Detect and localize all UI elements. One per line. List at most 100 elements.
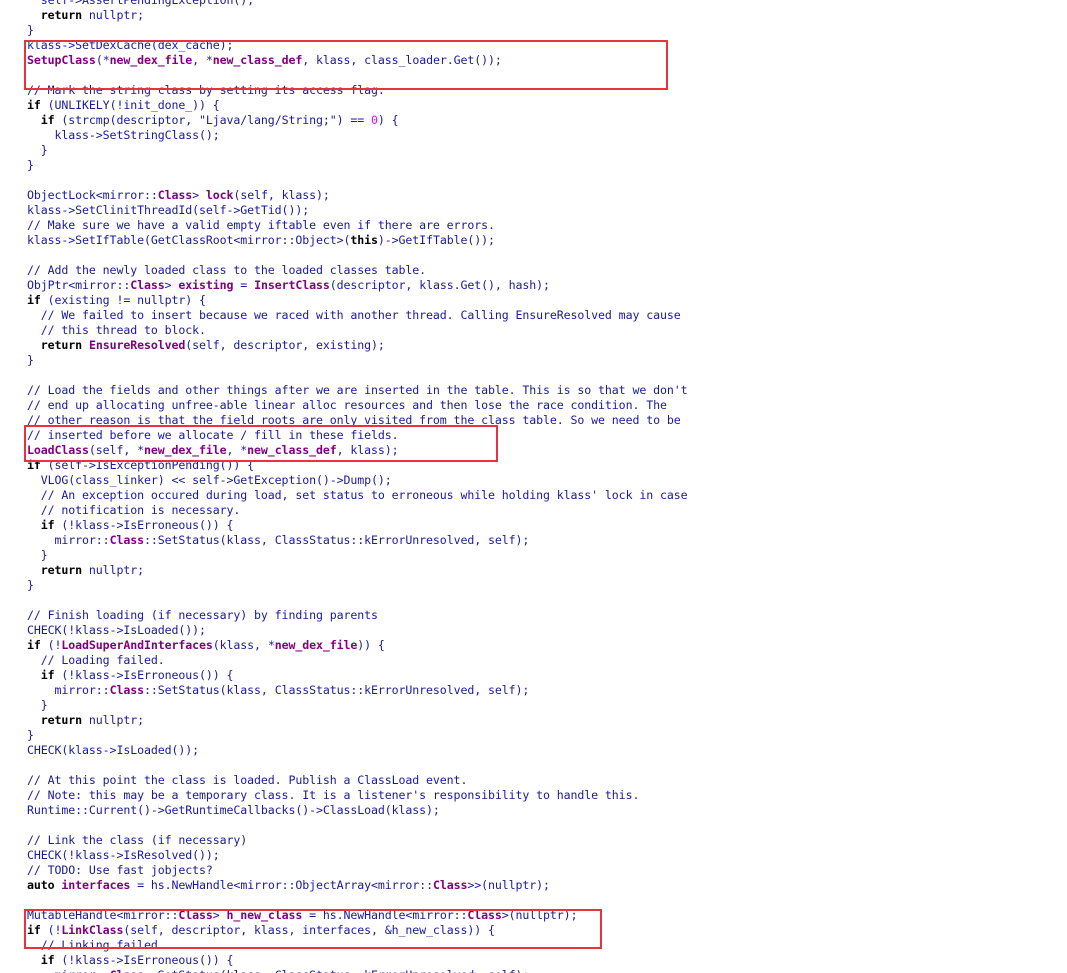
code-line: klass->SetStringClass(); bbox=[27, 128, 220, 143]
code-token: // inserted before we allocate / fill in… bbox=[27, 428, 399, 442]
code-line: klass->SetIfTable(GetClassRoot<mirror::O… bbox=[27, 233, 495, 248]
code-token: Class bbox=[467, 908, 502, 922]
code-token: (self, klass); bbox=[233, 188, 330, 202]
code-line: // Load the fields and other things afte… bbox=[27, 383, 688, 398]
code-line: CHECK(klass->IsLoaded()); bbox=[27, 743, 199, 758]
code-token: new_class_def bbox=[247, 443, 337, 457]
code-token: if bbox=[27, 638, 41, 652]
code-token: // this thread to block. bbox=[27, 323, 206, 337]
code-token: = hs.NewHandle<mirror:: bbox=[302, 908, 468, 922]
code-line: } bbox=[27, 143, 48, 158]
code-line: } bbox=[27, 548, 48, 563]
code-line: CHECK(!klass->IsLoaded()); bbox=[27, 623, 206, 638]
code-token: h_new_class bbox=[226, 908, 303, 922]
code-token: Class bbox=[110, 968, 145, 973]
code-line: return EnsureResolved(self, descriptor, … bbox=[27, 338, 385, 353]
code-token: self->AssertPendingException(); bbox=[27, 0, 255, 7]
code-token: // We failed to insert because we raced … bbox=[27, 308, 681, 322]
code-line: } bbox=[27, 158, 34, 173]
code-line: if (!LoadSuperAndInterfaces(klass, *new_… bbox=[27, 638, 385, 653]
code-token: (descriptor, klass.Get(), hash); bbox=[329, 278, 550, 292]
code-token: new_dex_file bbox=[109, 53, 193, 67]
code-token: (self, * bbox=[88, 443, 144, 457]
code-line: self->AssertPendingException(); bbox=[27, 0, 254, 8]
code-line: // Make sure we have a valid empty iftab… bbox=[27, 218, 495, 233]
code-token: return bbox=[40, 563, 83, 577]
code-token: ::SetStatus(klass, ClassStatus::kErrorUn… bbox=[144, 968, 529, 973]
code-token: auto bbox=[27, 878, 55, 892]
code-token: // Finish loading (if necessary) by find… bbox=[27, 608, 378, 622]
code-token: // other reason is that the field roots … bbox=[27, 413, 681, 427]
code-token: nullptr; bbox=[82, 713, 144, 727]
code-line: // Link the class (if necessary) bbox=[27, 833, 247, 848]
code-token: (! bbox=[40, 923, 62, 937]
code-line: // An exception occured during load, set… bbox=[27, 488, 688, 503]
code-token: (self, descriptor, klass, interfaces, &h… bbox=[123, 923, 495, 937]
code-token: > bbox=[164, 278, 179, 292]
code-token: > bbox=[192, 188, 206, 202]
code-token: } bbox=[27, 23, 34, 37]
code-token: (!klass->IsErroneous()) { bbox=[54, 953, 234, 967]
code-token: return bbox=[40, 338, 83, 352]
code-line: // other reason is that the field roots … bbox=[27, 413, 681, 428]
code-line: return nullptr; bbox=[27, 8, 144, 23]
code-token: // TODO: Use fast jobjects? bbox=[27, 863, 213, 877]
code-line: return nullptr; bbox=[27, 563, 144, 578]
code-token: if bbox=[40, 113, 55, 127]
code-token: >>(nullptr); bbox=[467, 878, 550, 892]
code-token: ::SetStatus(klass, ClassStatus::kErrorUn… bbox=[143, 533, 530, 547]
code-token: ObjPtr<mirror:: bbox=[27, 278, 131, 292]
code-token: Class bbox=[178, 908, 213, 922]
code-token: = hs.NewHandle<mirror::ObjectArray<mirro… bbox=[130, 878, 433, 892]
code-token: } bbox=[27, 578, 34, 592]
code-line: // Mark the string class by setting its … bbox=[27, 83, 385, 98]
code-line: if (!klass->IsErroneous()) { bbox=[27, 953, 234, 968]
code-token: // Mark the string class by setting its … bbox=[27, 83, 385, 97]
code-token: if bbox=[27, 293, 41, 307]
code-token: > bbox=[212, 908, 227, 922]
code-token: // Add the newly loaded class to the loa… bbox=[27, 263, 427, 277]
code-line: klass->SetClinitThreadId(self->GetTid())… bbox=[27, 203, 309, 218]
code-token: (!klass->IsErroneous()) { bbox=[54, 518, 234, 532]
code-token: if bbox=[40, 518, 55, 532]
code-token: new_dex_file bbox=[274, 638, 358, 652]
code-line: if (!LinkClass(self, descriptor, klass, … bbox=[27, 923, 495, 938]
code-token: CHECK(!klass->IsResolved()); bbox=[27, 848, 220, 862]
code-token: nullptr; bbox=[82, 563, 144, 577]
code-line: // At this point the class is loaded. Pu… bbox=[27, 773, 467, 788]
code-token: mirror:: bbox=[27, 683, 110, 697]
code-token: (* bbox=[95, 53, 110, 67]
code-token: return bbox=[40, 8, 83, 22]
code-token: Class bbox=[109, 533, 145, 547]
code-line: ObjectLock<mirror::Class> lock(self, kla… bbox=[27, 188, 330, 203]
code-token: new_dex_file bbox=[143, 443, 227, 457]
code-line: Runtime::Current()->GetRuntimeCallbacks(… bbox=[27, 803, 440, 818]
code-line: // We failed to insert because we raced … bbox=[27, 308, 681, 323]
code-token: } bbox=[27, 353, 34, 367]
code-token: lock bbox=[205, 188, 234, 202]
code-token: if bbox=[27, 98, 41, 112]
code-line: // Loading failed. bbox=[27, 653, 165, 668]
code-token: , * bbox=[192, 53, 213, 67]
code-token: LoadClass bbox=[27, 443, 89, 457]
code-token: )) { bbox=[357, 638, 385, 652]
code-token: // Loading failed. bbox=[27, 653, 165, 667]
code-token: Class bbox=[109, 683, 145, 697]
code-line: } bbox=[27, 353, 34, 368]
code-token: mirror:: bbox=[27, 533, 110, 547]
code-token: // Note: this may be a temporary class. … bbox=[27, 788, 640, 802]
code-token: klass->SetClinitThreadId(self->GetTid())… bbox=[27, 203, 310, 217]
code-line: } bbox=[27, 578, 34, 593]
code-token: nullptr; bbox=[82, 8, 144, 22]
code-token: // An exception occured during load, set… bbox=[27, 488, 688, 502]
code-token: LinkClass bbox=[61, 923, 124, 937]
code-line: if (!klass->IsErroneous()) { bbox=[27, 668, 234, 683]
code-line: } bbox=[27, 728, 34, 743]
code-line: // Linking failed. bbox=[27, 938, 165, 953]
code-token: , * bbox=[226, 443, 248, 457]
code-line: mirror::Class::SetStatus(klass, ClassSta… bbox=[27, 968, 530, 973]
code-token: (klass, * bbox=[212, 638, 275, 652]
